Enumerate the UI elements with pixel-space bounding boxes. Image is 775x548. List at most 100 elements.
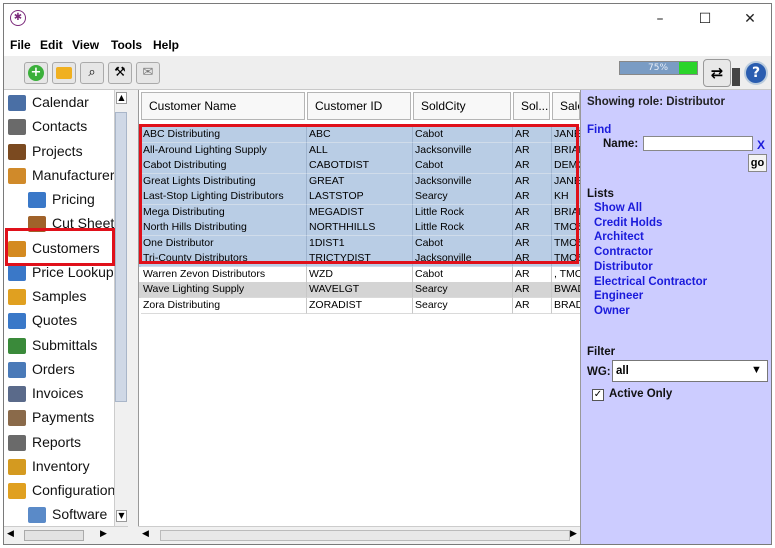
wg-select[interactable]: all ▼ [612, 360, 768, 382]
highlight-customer-rows [139, 124, 579, 264]
sidebar-item-submittals[interactable]: Submittals [8, 335, 116, 357]
table-cell: AR [513, 297, 552, 314]
column-header[interactable]: Customer Name [141, 92, 305, 120]
list-link-credit-holds[interactable]: Credit Holds [594, 217, 662, 229]
table-hscrollbar[interactable]: ◀ ▶ [138, 526, 580, 544]
app-logo-icon: ✱ [10, 10, 26, 26]
sidebar-item-reports[interactable]: Reports [8, 432, 116, 454]
table-cell: Searcy [413, 297, 513, 314]
sidebar-item-invoices[interactable]: Invoices [8, 383, 116, 405]
sidebar-item-payments[interactable]: Payments [8, 407, 116, 429]
open-folder-button[interactable] [52, 62, 76, 84]
table-cell: WAVELGT [307, 282, 413, 298]
menu-file[interactable]: File [10, 38, 31, 52]
sidebar-item-calendar[interactable]: Calendar [8, 92, 116, 114]
reports-icon [8, 434, 26, 451]
menu-help[interactable]: Help [153, 38, 179, 52]
scroll-right-icon[interactable]: ▶ [570, 529, 577, 539]
scroll-right-icon[interactable]: ▶ [100, 529, 107, 539]
sidebar-item-projects[interactable]: Projects [8, 141, 116, 163]
sidebar-item-quotes[interactable]: Quotes [8, 310, 116, 332]
sidebar-item-label: Reports [32, 433, 82, 450]
dropdown-arrow-icon[interactable] [732, 68, 740, 86]
table-cell: Wave Lighting Supply [141, 282, 307, 298]
sidebar-item-label: Pricing [52, 191, 95, 207]
sidebar-item-label: Projects [32, 142, 83, 159]
sidebar-item-label: Samples [32, 288, 87, 304]
column-header[interactable]: Sol... [513, 92, 550, 120]
list-link-owner[interactable]: Owner [594, 305, 630, 317]
list-link-engineer[interactable]: Engineer [594, 290, 643, 302]
inventory-icon [8, 458, 26, 475]
payments-icon [8, 410, 26, 427]
sidebar-item-label: Price Lookup [32, 263, 114, 280]
table-cell: BRAD [552, 297, 582, 314]
table-cell: AR [513, 282, 552, 298]
wg-select-value: all [616, 365, 629, 377]
list-link-distributor[interactable]: Distributor [594, 261, 653, 273]
table-row[interactable]: Wave Lighting SupplyWAVELGTSearcyARBWAD [139, 282, 582, 298]
submittals-icon [8, 337, 26, 354]
samples-icon [8, 289, 26, 305]
menu-view[interactable]: View [72, 38, 99, 52]
active-only-label: Active Only [609, 388, 673, 400]
minimize-button[interactable]: – [645, 8, 675, 30]
list-link-electrical-contractor[interactable]: Electrical Contractor [594, 276, 707, 288]
projects-icon [8, 143, 26, 160]
sidebar-item-label: Invoices [32, 385, 84, 401]
name-search-input[interactable] [643, 136, 753, 151]
sidebar-item-inventory[interactable]: Inventory [8, 456, 116, 478]
sidebar-scroll-thumb[interactable] [115, 112, 127, 402]
email-icon: ✉ [142, 65, 154, 80]
app-window: ✱ – ☐ ✕ File Edit View Tools Help + ⌕ ⚒ ✉ 75… [3, 3, 772, 545]
table-cell: Searcy [413, 282, 513, 298]
lists-label: Lists [587, 188, 614, 200]
sidebar-item-contacts[interactable]: Contacts [8, 116, 116, 138]
connection-button[interactable]: ⇄ [703, 59, 731, 87]
table-scroll-thumb[interactable] [160, 530, 570, 541]
add-button[interactable]: + [24, 62, 48, 84]
menu-tools[interactable]: Tools [111, 38, 142, 52]
table-row[interactable]: Warren Zevon Distributors WZD Cabot AR, TMC [139, 266, 582, 283]
sidebar: Calendar Contacts Projects Manufacturers Pri… [4, 90, 128, 526]
menu-bar: File Edit View Tools Help [4, 34, 771, 56]
scroll-left-icon[interactable]: ◀ [7, 529, 14, 539]
sidebar-item-configuration[interactable]: Configuration [8, 480, 116, 502]
scroll-thumb[interactable] [24, 530, 84, 541]
sidebar-item-samples[interactable]: Samples [8, 286, 116, 308]
column-header[interactable]: Sale [552, 92, 580, 120]
scroll-left-icon[interactable]: ◀ [142, 529, 149, 539]
scroll-up-icon[interactable]: ▲ [116, 92, 127, 104]
menu-edit[interactable]: Edit [40, 38, 63, 52]
progress-fill [679, 62, 697, 74]
configuration-icon [8, 483, 26, 499]
clear-search-button[interactable]: X [757, 138, 765, 152]
list-link-show-all[interactable]: Show All [594, 202, 642, 214]
sidebar-item-orders[interactable]: Orders [8, 359, 116, 381]
email-button[interactable]: ✉ [136, 62, 160, 84]
sidebar-item-manufacturers[interactable]: Manufacturers [8, 165, 116, 187]
sidebar-hscrollbar[interactable]: ◀ ▶ [4, 526, 128, 544]
close-button[interactable]: ✕ [735, 8, 765, 30]
scroll-down-icon[interactable]: ▼ [116, 510, 127, 522]
list-link-contractor[interactable]: Contractor [594, 246, 653, 258]
find-button[interactable]: ⌕ [80, 62, 104, 84]
column-header[interactable]: Customer ID [307, 92, 411, 120]
add-icon: + [28, 65, 44, 81]
filter-label: Filter [587, 346, 616, 358]
go-button[interactable]: go [748, 154, 767, 172]
table-row[interactable]: Zora Distributing ZORADIST Searcy AR BRAD [139, 297, 582, 314]
active-only-checkbox[interactable]: ✓ [592, 389, 604, 401]
maximize-button[interactable]: ☐ [690, 8, 720, 30]
sidebar-item-software[interactable]: Software [8, 504, 116, 526]
sidebar-item-label: Manufacturers [32, 166, 116, 183]
help-icon[interactable]: ? [744, 61, 768, 85]
sidebar-item-label: Contacts [32, 118, 88, 135]
column-header[interactable]: SoldCity [413, 92, 511, 120]
tools-button[interactable]: ⚒ [108, 62, 132, 84]
invoices-icon [8, 386, 26, 402]
list-link-architect[interactable]: Architect [594, 231, 644, 243]
sidebar-item-pricing[interactable]: Pricing [8, 189, 116, 211]
software-icon [28, 507, 46, 524]
toolbar: + ⌕ ⚒ ✉ 75% ⇄ ? [4, 56, 771, 90]
